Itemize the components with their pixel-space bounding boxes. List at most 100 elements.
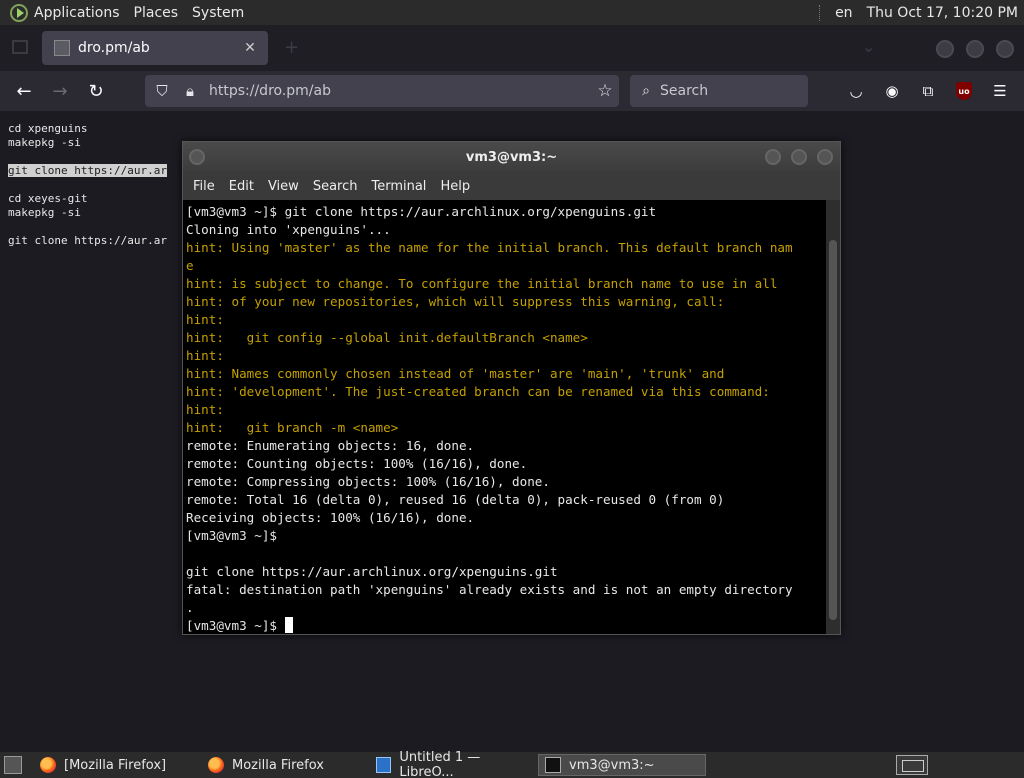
terminal-line: remote: Counting objects: 100% (16/16), … — [186, 456, 528, 471]
terminal-scrollbar[interactable] — [826, 200, 840, 634]
terminal-prompt: [vm3@vm3 ~]$ — [186, 618, 285, 633]
close-window-button[interactable] — [996, 40, 1014, 58]
terminal-line: hint: Using 'master' as the name for the… — [186, 240, 793, 255]
terminal-cursor — [284, 617, 293, 633]
extensions-puzzle-icon[interactable]: ⧉ — [916, 79, 940, 103]
forward-arrow-icon[interactable]: → — [46, 77, 74, 105]
search-icon: ⌕ — [642, 83, 650, 99]
close-tab-icon[interactable]: ✕ — [240, 40, 260, 56]
url-bar[interactable]: ⛉ 🔒︎ https://dro.pm/ab ☆ — [145, 75, 619, 107]
tab-title: dro.pm/ab — [78, 40, 150, 56]
terminal-maximize-button[interactable] — [791, 149, 807, 165]
terminal-line: hint: — [186, 402, 224, 417]
terminal-line: hint: is subject to change. To configure… — [186, 276, 778, 291]
menu-system[interactable]: System — [192, 5, 244, 21]
terminal-scrollbar-thumb[interactable] — [829, 240, 837, 620]
tab-overflow-icon[interactable]: ⌄ — [862, 37, 875, 56]
terminal-close-button[interactable] — [817, 149, 833, 165]
terminal-menu-view[interactable]: View — [268, 179, 299, 194]
panel-separator — [819, 4, 821, 21]
maximize-window-button[interactable] — [966, 40, 984, 58]
terminal-line: remote: Total 16 (delta 0), reused 16 (d… — [186, 492, 725, 507]
browser-nav-bar: ← → ↻ ⛉ 🔒︎ https://dro.pm/ab ☆ ⌕ Search … — [0, 71, 1024, 111]
terminal-line: hint: of your new repositories, which wi… — [186, 294, 725, 309]
terminal-line: Receiving objects: 100% (16/16), done. — [186, 510, 475, 525]
taskbar-item-firefox-minimized[interactable]: [Mozilla Firefox] — [34, 754, 194, 776]
firefox-icon — [208, 757, 224, 773]
back-arrow-icon[interactable]: ← — [10, 77, 38, 105]
pocket-icon[interactable]: ◡ — [844, 79, 868, 103]
tracking-protection-shield-icon[interactable]: ⛉ — [151, 82, 173, 100]
terminal-line: hint: git config --global init.defaultBr… — [186, 330, 588, 345]
new-tab-icon[interactable]: + — [284, 37, 299, 58]
minimize-window-button[interactable] — [936, 40, 954, 58]
taskbar-item-terminal[interactable]: vm3@vm3:~ — [538, 754, 706, 776]
terminal-line: e — [186, 258, 194, 273]
bottom-taskbar: [Mozilla Firefox] Mozilla Firefox Untitl… — [0, 750, 1024, 778]
terminal-window[interactable]: vm3@vm3:~ File Edit View Search Terminal… — [182, 141, 841, 635]
search-placeholder: Search — [660, 83, 709, 99]
distro-logo-icon[interactable] — [10, 3, 28, 22]
hamburger-menu-icon[interactable]: ☰ — [988, 79, 1012, 103]
page-text-line: makepkg -si — [8, 206, 81, 219]
terminal-line: hint: — [186, 348, 224, 363]
terminal-menu-edit[interactable]: Edit — [229, 179, 254, 194]
show-desktop-icon[interactable] — [4, 756, 22, 774]
taskbar-item-label: Mozilla Firefox — [232, 757, 324, 773]
page-text-line: cd xpenguins — [8, 122, 88, 135]
top-panel: Applications Places System en Thu Oct 17… — [0, 0, 1024, 25]
page-text-line: git clone https://aur.ar — [8, 234, 167, 247]
terminal-line: hint: — [186, 312, 224, 327]
browser-tab-bar: dro.pm/ab ✕ + ⌄ — [0, 25, 1024, 71]
terminal-line: hint: 'development'. The just-created br… — [186, 384, 770, 399]
libreoffice-writer-icon — [376, 757, 392, 773]
taskbar-item-firefox[interactable]: Mozilla Firefox — [202, 754, 362, 776]
reload-icon[interactable]: ↻ — [82, 77, 110, 105]
page-text-line-selected: git clone https://aur.ar — [8, 164, 167, 177]
tab-dro-pm[interactable]: dro.pm/ab ✕ — [42, 31, 268, 65]
terminal-line: [vm3@vm3 ~]$ — [186, 528, 277, 543]
terminal-line: remote: Enumerating objects: 16, done. — [186, 438, 475, 453]
terminal-menu-help[interactable]: Help — [440, 179, 470, 194]
panel-clock[interactable]: Thu Oct 17, 10:20 PM — [867, 5, 1018, 21]
terminal-line: [vm3@vm3 ~]$ git clone https://aur.archl… — [186, 204, 657, 219]
list-all-tabs-icon[interactable] — [12, 40, 28, 54]
taskbar-item-label: [Mozilla Firefox] — [64, 757, 167, 773]
taskbar-item-label: Untitled 1 — LibreO... — [399, 750, 481, 778]
page-text-line: makepkg -si — [8, 136, 81, 149]
taskbar-item-libreoffice[interactable]: Untitled 1 — LibreO... — [370, 750, 532, 778]
terminal-menu-file[interactable]: File — [193, 179, 215, 194]
terminal-minimize-button[interactable] — [765, 149, 781, 165]
terminal-prompt-line[interactable]: [vm3@vm3 ~]$ — [186, 617, 826, 634]
account-icon[interactable]: ◉ — [880, 79, 904, 103]
terminal-line: git clone https://aur.archlinux.org/xpen… — [186, 564, 558, 579]
search-bar[interactable]: ⌕ Search — [630, 75, 808, 107]
terminal-icon — [545, 757, 561, 773]
bookmark-star-icon[interactable]: ☆ — [591, 81, 619, 101]
terminal-output[interactable]: [vm3@vm3 ~]$ git clone https://aur.archl… — [183, 200, 826, 634]
terminal-title: vm3@vm3:~ — [465, 149, 558, 165]
menu-applications[interactable]: Applications — [34, 5, 120, 21]
terminal-line: hint: Names commonly chosen instead of '… — [186, 366, 725, 381]
lock-icon[interactable]: 🔒︎ — [179, 82, 201, 100]
terminal-menubar: File Edit View Search Terminal Help — [183, 172, 840, 200]
page-text-line: cd xeyes-git — [8, 192, 88, 205]
terminal-line: hint: git branch -m <name> — [186, 420, 399, 435]
page-favicon-icon — [54, 40, 70, 56]
ublock-origin-icon[interactable]: uo — [952, 79, 976, 103]
firefox-icon — [40, 757, 56, 773]
workspace-switcher[interactable] — [896, 755, 928, 775]
terminal-line: . — [186, 600, 194, 615]
url-text[interactable]: https://dro.pm/ab — [209, 83, 591, 99]
terminal-line: remote: Compressing objects: 100% (16/16… — [186, 474, 550, 489]
window-menu-icon[interactable] — [189, 149, 205, 165]
taskbar-item-label: vm3@vm3:~ — [569, 757, 655, 773]
terminal-menu-terminal[interactable]: Terminal — [371, 179, 426, 194]
terminal-line: Cloning into 'xpenguins'... — [186, 222, 391, 237]
terminal-titlebar[interactable]: vm3@vm3:~ — [183, 142, 840, 172]
terminal-line: fatal: destination path 'xpenguins' alre… — [186, 582, 793, 597]
keyboard-layout-indicator[interactable]: en — [835, 5, 853, 21]
menu-places[interactable]: Places — [134, 5, 179, 21]
terminal-menu-search[interactable]: Search — [313, 179, 358, 194]
